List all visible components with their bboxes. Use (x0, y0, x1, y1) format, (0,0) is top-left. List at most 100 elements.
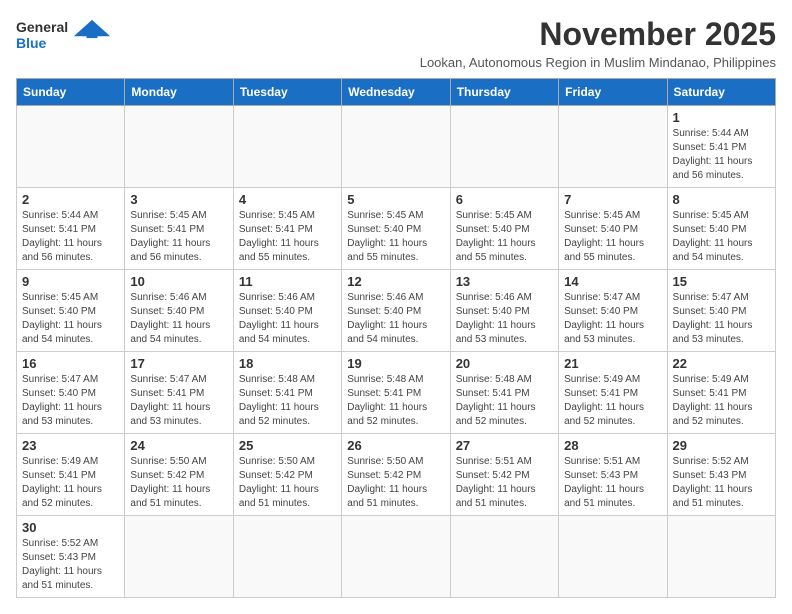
day-number: 26 (347, 438, 444, 453)
day-number: 3 (130, 192, 227, 207)
day-info: Sunrise: 5:45 AM Sunset: 5:40 PM Dayligh… (673, 209, 770, 265)
day-info: Sunrise: 5:47 AM Sunset: 5:41 PM Dayligh… (130, 373, 227, 429)
weekday-header-thursday: Thursday (450, 79, 558, 106)
month-title: November 2025 (420, 16, 776, 53)
day-number: 18 (239, 356, 336, 371)
calendar-cell: 22Sunrise: 5:49 AM Sunset: 5:41 PM Dayli… (667, 352, 775, 434)
page-header: General Blue November 2025 Lookan, Auton… (16, 16, 776, 70)
weekday-header-tuesday: Tuesday (233, 79, 341, 106)
day-info: Sunrise: 5:45 AM Sunset: 5:40 PM Dayligh… (456, 209, 553, 265)
calendar-cell: 28 Sunrise: 5:51 AM Sunset: 5:43 PM Dayli… (559, 434, 667, 516)
calendar-cell: 5Sunrise: 5:45 AM Sunset: 5:40 PM Daylig… (342, 188, 450, 270)
calendar-cell: 15 Sunrise: 5:47 AM Sunset: 5:40 PM Dayli… (667, 270, 775, 352)
calendar-cell: 8 Sunrise: 5:45 AM Sunset: 5:40 PM Daylig… (667, 188, 775, 270)
day-number: 11 (239, 274, 336, 289)
calendar-week-6: 30 Sunrise: 5:52 AM Sunset: 5:43 PM Dayli… (17, 516, 776, 598)
calendar-cell: 21 Sunrise: 5:49 AM Sunset: 5:41 PM Dayli… (559, 352, 667, 434)
day-info: Sunrise: 5:46 AM Sunset: 5:40 PM Dayligh… (456, 291, 553, 347)
weekday-header-friday: Friday (559, 79, 667, 106)
day-info: Sunrise: 5:52 AM Sunset: 5:43 PM Dayligh… (22, 537, 119, 593)
calendar-cell: 19 Sunrise: 5:48 AM Sunset: 5:41 PM Dayli… (342, 352, 450, 434)
logo: General Blue (16, 16, 112, 51)
day-info: Sunrise: 5:45 AM Sunset: 5:40 PM Dayligh… (564, 209, 661, 265)
day-number: 22 (673, 356, 770, 371)
calendar-cell: 18 Sunrise: 5:48 AM Sunset: 5:41 PM Dayli… (233, 352, 341, 434)
calendar-cell (17, 106, 125, 188)
day-info: Sunrise: 5:45 AM Sunset: 5:41 PM Dayligh… (239, 209, 336, 265)
calendar-cell: 4 Sunrise: 5:45 AM Sunset: 5:41 PM Daylig… (233, 188, 341, 270)
day-number: 2 (22, 192, 119, 207)
calendar-week-1: 1Sunrise: 5:44 AM Sunset: 5:41 PM Daylig… (17, 106, 776, 188)
day-info: Sunrise: 5:47 AM Sunset: 5:40 PM Dayligh… (673, 291, 770, 347)
day-number: 24 (130, 438, 227, 453)
day-number: 16 (22, 356, 119, 371)
calendar-cell (125, 106, 233, 188)
day-number: 8 (673, 192, 770, 207)
day-number: 6 (456, 192, 553, 207)
day-number: 20 (456, 356, 553, 371)
day-number: 19 (347, 356, 444, 371)
calendar-cell: 7 Sunrise: 5:45 AM Sunset: 5:40 PM Daylig… (559, 188, 667, 270)
day-info: Sunrise: 5:44 AM Sunset: 5:41 PM Dayligh… (22, 209, 119, 265)
weekday-header-row: SundayMondayTuesdayWednesdayThursdayFrid… (17, 79, 776, 106)
day-number: 25 (239, 438, 336, 453)
day-info: Sunrise: 5:46 AM Sunset: 5:40 PM Dayligh… (239, 291, 336, 347)
calendar-cell (559, 516, 667, 598)
calendar-table: SundayMondayTuesdayWednesdayThursdayFrid… (16, 78, 776, 598)
calendar-cell: 26 Sunrise: 5:50 AM Sunset: 5:42 PM Dayli… (342, 434, 450, 516)
calendar-cell (233, 516, 341, 598)
calendar-body: 1Sunrise: 5:44 AM Sunset: 5:41 PM Daylig… (17, 106, 776, 598)
day-info: Sunrise: 5:48 AM Sunset: 5:41 PM Dayligh… (347, 373, 444, 429)
calendar-cell: 23 Sunrise: 5:49 AM Sunset: 5:41 PM Dayli… (17, 434, 125, 516)
day-number: 23 (22, 438, 119, 453)
calendar-cell (125, 516, 233, 598)
day-info: Sunrise: 5:49 AM Sunset: 5:41 PM Dayligh… (564, 373, 661, 429)
calendar-cell (342, 516, 450, 598)
day-info: Sunrise: 5:50 AM Sunset: 5:42 PM Dayligh… (347, 455, 444, 511)
day-info: Sunrise: 5:46 AM Sunset: 5:40 PM Dayligh… (130, 291, 227, 347)
day-info: Sunrise: 5:47 AM Sunset: 5:40 PM Dayligh… (22, 373, 119, 429)
day-number: 27 (456, 438, 553, 453)
day-info: Sunrise: 5:45 AM Sunset: 5:41 PM Dayligh… (130, 209, 227, 265)
day-number: 7 (564, 192, 661, 207)
calendar-cell: 3 Sunrise: 5:45 AM Sunset: 5:41 PM Daylig… (125, 188, 233, 270)
calendar-cell: 13 Sunrise: 5:46 AM Sunset: 5:40 PM Dayli… (450, 270, 558, 352)
day-number: 15 (673, 274, 770, 289)
day-info: Sunrise: 5:47 AM Sunset: 5:40 PM Dayligh… (564, 291, 661, 347)
day-number: 17 (130, 356, 227, 371)
day-info: Sunrise: 5:45 AM Sunset: 5:40 PM Dayligh… (347, 209, 444, 265)
day-number: 28 (564, 438, 661, 453)
day-info: Sunrise: 5:51 AM Sunset: 5:43 PM Dayligh… (564, 455, 661, 511)
calendar-cell: 30 Sunrise: 5:52 AM Sunset: 5:43 PM Dayli… (17, 516, 125, 598)
day-number: 12 (347, 274, 444, 289)
day-info: Sunrise: 5:52 AM Sunset: 5:43 PM Dayligh… (673, 455, 770, 511)
calendar-cell: 11 Sunrise: 5:46 AM Sunset: 5:40 PM Dayli… (233, 270, 341, 352)
calendar-header: SundayMondayTuesdayWednesdayThursdayFrid… (17, 79, 776, 106)
day-info: Sunrise: 5:48 AM Sunset: 5:41 PM Dayligh… (456, 373, 553, 429)
day-number: 13 (456, 274, 553, 289)
title-section: November 2025 Lookan, Autonomous Region … (420, 16, 776, 70)
day-number: 4 (239, 192, 336, 207)
day-info: Sunrise: 5:46 AM Sunset: 5:40 PM Dayligh… (347, 291, 444, 347)
day-number: 14 (564, 274, 661, 289)
logo-blue: Blue (16, 36, 46, 51)
calendar-cell: 2 Sunrise: 5:44 AM Sunset: 5:41 PM Daylig… (17, 188, 125, 270)
day-number: 21 (564, 356, 661, 371)
calendar-week-2: 2 Sunrise: 5:44 AM Sunset: 5:41 PM Daylig… (17, 188, 776, 270)
day-info: Sunrise: 5:48 AM Sunset: 5:41 PM Dayligh… (239, 373, 336, 429)
logo-icon (72, 18, 112, 40)
day-info: Sunrise: 5:50 AM Sunset: 5:42 PM Dayligh… (239, 455, 336, 511)
day-info: Sunrise: 5:49 AM Sunset: 5:41 PM Dayligh… (22, 455, 119, 511)
day-info: Sunrise: 5:50 AM Sunset: 5:42 PM Dayligh… (130, 455, 227, 511)
calendar-week-3: 9 Sunrise: 5:45 AM Sunset: 5:40 PM Daylig… (17, 270, 776, 352)
calendar-cell: 14 Sunrise: 5:47 AM Sunset: 5:40 PM Dayli… (559, 270, 667, 352)
calendar-week-4: 16 Sunrise: 5:47 AM Sunset: 5:40 PM Dayli… (17, 352, 776, 434)
calendar-cell: 27Sunrise: 5:51 AM Sunset: 5:42 PM Dayli… (450, 434, 558, 516)
day-number: 9 (22, 274, 119, 289)
calendar-cell: 12 Sunrise: 5:46 AM Sunset: 5:40 PM Dayli… (342, 270, 450, 352)
calendar-cell: 20 Sunrise: 5:48 AM Sunset: 5:41 PM Dayli… (450, 352, 558, 434)
calendar-week-5: 23 Sunrise: 5:49 AM Sunset: 5:41 PM Dayli… (17, 434, 776, 516)
day-number: 30 (22, 520, 119, 535)
logo-general: General (16, 20, 68, 35)
day-info: Sunrise: 5:45 AM Sunset: 5:40 PM Dayligh… (22, 291, 119, 347)
